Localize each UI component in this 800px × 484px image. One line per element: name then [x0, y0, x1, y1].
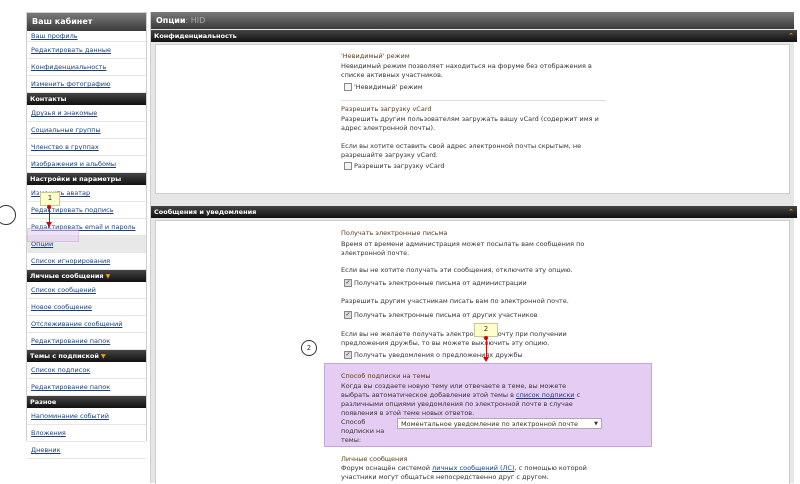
sidebar-item[interactable]: Членство в группах — [27, 139, 146, 156]
subscription-label: Способ подписки на темы: — [341, 418, 385, 444]
annotation-arrow-2 — [483, 338, 489, 362]
email-friend-option[interactable]: Получать уведомления о предложениях друж… — [344, 351, 523, 360]
sidebar-item[interactable]: Список сообщений — [27, 282, 146, 299]
privacy-section-header[interactable]: Конфиденциальность ⌃ — [151, 30, 797, 42]
sidebar-link[interactable]: Ваш профиль — [31, 32, 78, 40]
sidebar-item[interactable]: Редактировать данные — [27, 42, 146, 59]
sidebar-item[interactable]: Социальные группы — [27, 122, 146, 139]
divider — [341, 100, 606, 101]
sidebar-link[interactable]: Список сообщений — [31, 286, 96, 294]
annotation-arrow-1 — [46, 207, 52, 227]
options-link-highlight — [27, 228, 79, 242]
subscription-list-link[interactable]: список подписки — [516, 391, 575, 399]
sidebar-link[interactable]: Изображения и альбомы — [31, 160, 116, 168]
triangle-down-icon[interactable]: ▼ — [594, 419, 598, 430]
sidebar-link[interactable]: Изменить фотографию — [31, 80, 110, 88]
checkbox-icon[interactable] — [344, 279, 352, 287]
sidebar-link[interactable]: Новое сообщение — [31, 303, 92, 311]
invisible-mode-option[interactable]: 'Невидимый' режим — [344, 83, 423, 92]
sidebar-section-header: Контакты — [27, 93, 146, 105]
subscription-desc: Когда вы создаете новую тему или отвечае… — [341, 382, 581, 417]
messages-section-header[interactable]: Сообщения и уведомления ⌃ — [151, 206, 797, 218]
sidebar-section-header: Личные сообщения ▼ — [27, 270, 146, 282]
subscription-select[interactable]: Моментальное уведомление по электронной … — [397, 418, 602, 429]
sidebar-link[interactable]: Социальные группы — [31, 126, 101, 134]
sidebar-link[interactable]: Напоминание событий — [31, 412, 109, 420]
sidebar-item[interactable]: Друзья и знакомые — [27, 105, 146, 122]
annotation-note-2: 2 — [474, 323, 498, 337]
sidebar-link[interactable]: Дневник — [31, 446, 61, 454]
sidebar-section-header: Разное — [27, 396, 146, 408]
sidebar-item[interactable]: Конфиденциальность — [27, 59, 146, 76]
email-desc-2: Если вы не хотите получать эти сообщения… — [341, 266, 573, 274]
annotation-circle-2: 2 — [301, 340, 317, 356]
vcard-title: Разрешить загрузку vCard — [341, 105, 432, 113]
collapse-arrows-icon[interactable]: ⌃ — [788, 30, 794, 42]
pm-desc: Форум оснащён системой личных сообщений … — [341, 464, 587, 481]
sidebar-item[interactable]: Вложения — [27, 425, 146, 442]
annotation-note-1: 1 — [40, 192, 60, 206]
sidebar-item[interactable]: Список игнорирования — [27, 253, 146, 270]
vcard-option[interactable]: Разрешить загрузку vCard — [344, 162, 445, 171]
pm-title: Личные сообщения — [341, 455, 408, 463]
sidebar-link[interactable]: Вложения — [31, 429, 66, 437]
sidebar-item[interactable]: Новое сообщение — [27, 299, 146, 316]
sidebar-link[interactable]: Редактирование папок — [31, 383, 110, 391]
sidebar: Ваш кабинет Ваш профиль Редактировать дан… — [26, 12, 147, 459]
checkbox-icon[interactable] — [344, 162, 352, 170]
left-edge-marker — [0, 205, 16, 225]
vcard-desc-1: Разрешить другим пользователям загружать… — [341, 115, 599, 132]
email-title: Получать электронные письма — [341, 229, 448, 237]
checkbox-icon[interactable] — [344, 311, 352, 319]
checkbox-icon[interactable] — [344, 351, 352, 359]
sidebar-item[interactable]: Список подписок — [27, 362, 146, 379]
triangle-down-icon[interactable]: ▼ — [104, 273, 111, 280]
invisible-mode-title: 'Невидимый' режим — [341, 52, 410, 60]
sidebar-item[interactable]: Редактирование папок — [27, 333, 146, 350]
sidebar-link[interactable]: Отслеживание сообщений — [31, 320, 122, 328]
sidebar-item[interactable]: Редактирование папок — [27, 379, 146, 396]
sidebar-link[interactable]: Редактировать данные — [31, 46, 111, 54]
collapse-arrows-icon[interactable]: ⌃ — [788, 206, 794, 218]
email-desc-3: Разрешить другим участникам писать вам п… — [341, 297, 569, 305]
invisible-mode-desc: Невидимый режим позволяет находиться на … — [341, 62, 592, 79]
sidebar-link[interactable]: Список игнорирования — [31, 257, 110, 265]
pm-link[interactable]: личных сообщений (ЛС) — [432, 464, 514, 472]
sidebar-item[interactable]: Напоминание событий — [27, 408, 146, 425]
email-users-option[interactable]: Получать электронные письма от других уч… — [344, 311, 538, 320]
sidebar-item[interactable]: Дневник — [27, 442, 146, 459]
sidebar-link[interactable]: Друзья и знакомые — [31, 109, 97, 117]
sidebar-list: Ваш профиль Редактировать данные Конфиденц… — [27, 31, 146, 459]
email-admin-option[interactable]: Получать электронные письма от администр… — [344, 279, 527, 288]
sidebar-item[interactable]: Ваш профиль — [27, 31, 146, 42]
page-title: Опции: HID — [151, 12, 794, 29]
sidebar-link[interactable]: Редактирование папок — [31, 337, 110, 345]
sidebar-link[interactable]: Конфиденциальность — [31, 63, 106, 71]
triangle-down-icon[interactable]: ▼ — [99, 353, 106, 360]
sidebar-item[interactable]: Изменить фотографию — [27, 76, 146, 93]
sidebar-link[interactable]: Редактировать подпись — [31, 206, 114, 214]
email-desc-1: Время от времени администрация может пос… — [341, 240, 585, 257]
vcard-desc-2: Если вы хотите оставить свой адрес элект… — [341, 142, 582, 159]
checkbox-icon[interactable] — [344, 83, 352, 91]
sidebar-link[interactable]: Членство в группах — [31, 143, 99, 151]
sidebar-section-header: Темы с подпиской ▼ — [27, 350, 146, 362]
sidebar-item[interactable]: Отслеживание сообщений — [27, 316, 146, 333]
subscription-title: Способ подписки на темы — [341, 372, 431, 380]
sidebar-title: Ваш кабинет — [27, 13, 146, 31]
sidebar-section-header: Настройки и параметры — [27, 173, 146, 185]
sidebar-link[interactable]: Список подписок — [31, 366, 90, 374]
sidebar-item[interactable]: Изображения и альбомы — [27, 156, 146, 173]
